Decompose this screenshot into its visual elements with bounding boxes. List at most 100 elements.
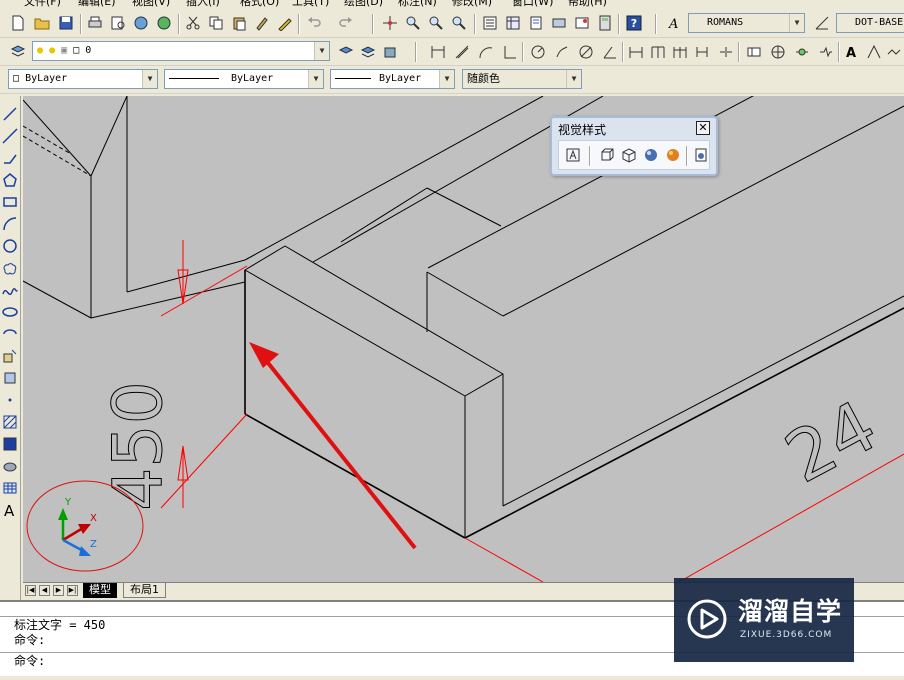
markup-icon[interactable] bbox=[572, 13, 592, 33]
quick-dim-icon[interactable] bbox=[626, 42, 646, 62]
angular-dim-icon[interactable] bbox=[600, 42, 620, 62]
make-block-icon[interactable] bbox=[0, 368, 20, 388]
print-icon[interactable] bbox=[85, 13, 105, 33]
tab-layout1[interactable]: 布局1 bbox=[123, 583, 166, 598]
construction-line-icon[interactable] bbox=[0, 126, 20, 146]
open-icon[interactable] bbox=[32, 13, 52, 33]
next-tab-button[interactable]: ▶ bbox=[53, 585, 64, 596]
layer-manager-icon[interactable] bbox=[8, 42, 28, 62]
ordinate-dim-icon[interactable] bbox=[500, 42, 520, 62]
copy-icon[interactable] bbox=[206, 13, 226, 33]
zoom-previous-icon[interactable] bbox=[449, 13, 469, 33]
linear-dim-icon[interactable] bbox=[428, 42, 448, 62]
menu-dimension[interactable]: 标注(N) bbox=[398, 0, 437, 8]
color-select[interactable]: □ ByLayer ▼ bbox=[8, 69, 158, 89]
3d-wireframe-icon[interactable] bbox=[597, 145, 617, 165]
menu-modify[interactable]: 修改(M) bbox=[452, 0, 492, 8]
menu-insert[interactable]: 插入(I) bbox=[186, 0, 220, 8]
ellipse-arc-icon[interactable] bbox=[0, 324, 20, 344]
point-icon[interactable] bbox=[0, 390, 20, 410]
plot-style-select[interactable]: 随颜色 ▼ bbox=[462, 69, 582, 89]
make-layer-current-icon[interactable] bbox=[336, 42, 356, 62]
hatch-icon[interactable] bbox=[0, 412, 20, 432]
dim-style-select[interactable]: DOT-BASE bbox=[836, 13, 904, 33]
plot-preview-icon[interactable] bbox=[108, 13, 128, 33]
first-tab-button[interactable]: |◀ bbox=[25, 585, 36, 596]
polyline-icon[interactable] bbox=[0, 148, 20, 168]
zoom-window-icon[interactable] bbox=[426, 13, 446, 33]
spline-icon[interactable] bbox=[0, 280, 20, 300]
dim-text-edit-icon[interactable] bbox=[864, 42, 884, 62]
radius-dim-icon[interactable] bbox=[528, 42, 548, 62]
diameter-dim-icon[interactable] bbox=[576, 42, 596, 62]
redo-icon[interactable] bbox=[336, 13, 356, 33]
text-style-icon[interactable]: A bbox=[664, 13, 684, 33]
layer-states-icon[interactable] bbox=[380, 42, 400, 62]
visual-styles-panel[interactable]: 视觉样式 ✕ bbox=[550, 116, 718, 176]
rectangle-icon[interactable] bbox=[0, 192, 20, 212]
baseline-dim-icon[interactable] bbox=[648, 42, 668, 62]
line-icon[interactable] bbox=[0, 104, 20, 124]
last-tab-button[interactable]: ▶| bbox=[67, 585, 78, 596]
new-icon[interactable] bbox=[8, 13, 28, 33]
paste-icon[interactable] bbox=[229, 13, 249, 33]
design-center-icon[interactable] bbox=[503, 13, 523, 33]
menu-tools[interactable]: 工具(T) bbox=[292, 0, 329, 8]
publish-icon[interactable] bbox=[131, 13, 151, 33]
sheet-set-icon[interactable] bbox=[549, 13, 569, 33]
dim-edit-icon[interactable]: A bbox=[842, 42, 862, 62]
multiline-text-icon[interactable]: A bbox=[0, 500, 20, 520]
close-button[interactable]: ✕ bbox=[696, 121, 710, 135]
menu-help[interactable]: 帮助(H) bbox=[568, 0, 607, 8]
pan-icon[interactable] bbox=[380, 13, 400, 33]
2d-wireframe-icon[interactable] bbox=[563, 145, 583, 165]
region-icon[interactable] bbox=[0, 456, 20, 476]
conceptual-style-icon[interactable] bbox=[663, 145, 683, 165]
dim-style-icon[interactable] bbox=[812, 13, 832, 33]
command-prompt[interactable]: 命令: bbox=[14, 654, 45, 668]
table-icon[interactable] bbox=[0, 478, 20, 498]
jogged-dim-icon[interactable] bbox=[552, 42, 572, 62]
hidden-style-icon[interactable] bbox=[619, 145, 639, 165]
inspection-icon[interactable] bbox=[792, 42, 812, 62]
dim-break-icon[interactable] bbox=[716, 42, 736, 62]
menu-window[interactable]: 窗口(W) bbox=[512, 0, 553, 8]
tolerance-icon[interactable] bbox=[744, 42, 764, 62]
menu-view[interactable]: 视图(V) bbox=[132, 0, 170, 8]
properties-icon[interactable] bbox=[480, 13, 500, 33]
dim-update-icon[interactable] bbox=[884, 42, 904, 62]
drawing-canvas[interactable]: 450 24 Y X Z bbox=[23, 96, 904, 582]
menu-format[interactable]: 格式(O) bbox=[240, 0, 279, 8]
revcloud-icon[interactable] bbox=[0, 258, 20, 278]
publish-web-icon[interactable] bbox=[154, 13, 174, 33]
menu-edit[interactable]: 编辑(E) bbox=[78, 0, 116, 8]
tool-palettes-icon[interactable] bbox=[526, 13, 546, 33]
help-icon[interactable]: ? bbox=[624, 13, 644, 33]
jogged-linear-icon[interactable] bbox=[816, 42, 836, 62]
center-mark-icon[interactable] bbox=[768, 42, 788, 62]
aligned-dim-icon[interactable] bbox=[452, 42, 472, 62]
layer-select[interactable]: ● ● ▣ □ 0 ▼ bbox=[32, 41, 330, 61]
layer-previous-icon[interactable] bbox=[358, 42, 378, 62]
circle-icon[interactable] bbox=[0, 236, 20, 256]
gradient-icon[interactable] bbox=[0, 434, 20, 454]
save-icon[interactable] bbox=[56, 13, 76, 33]
polygon-icon[interactable] bbox=[0, 170, 20, 190]
menu-file[interactable]: 文件(F) bbox=[24, 0, 61, 8]
ellipse-icon[interactable] bbox=[0, 302, 20, 322]
linetype-select[interactable]: ByLayer ▼ bbox=[164, 69, 324, 89]
visual-styles-manager-icon[interactable] bbox=[691, 145, 711, 165]
tab-model[interactable]: 模型 bbox=[83, 583, 117, 598]
insert-block-icon[interactable] bbox=[0, 346, 20, 366]
menu-draw[interactable]: 绘图(D) bbox=[344, 0, 383, 8]
text-style-select[interactable]: ROMANS ▼ bbox=[688, 13, 805, 33]
match-properties-icon[interactable] bbox=[252, 13, 272, 33]
lineweight-select[interactable]: ByLayer ▼ bbox=[330, 69, 455, 89]
arc-length-icon[interactable] bbox=[476, 42, 496, 62]
continue-dim-icon[interactable] bbox=[670, 42, 690, 62]
arc-icon[interactable] bbox=[0, 214, 20, 234]
block-editor-icon[interactable] bbox=[275, 13, 295, 33]
realistic-style-icon[interactable] bbox=[641, 145, 661, 165]
zoom-realtime-icon[interactable] bbox=[403, 13, 423, 33]
dim-space-icon[interactable] bbox=[692, 42, 712, 62]
